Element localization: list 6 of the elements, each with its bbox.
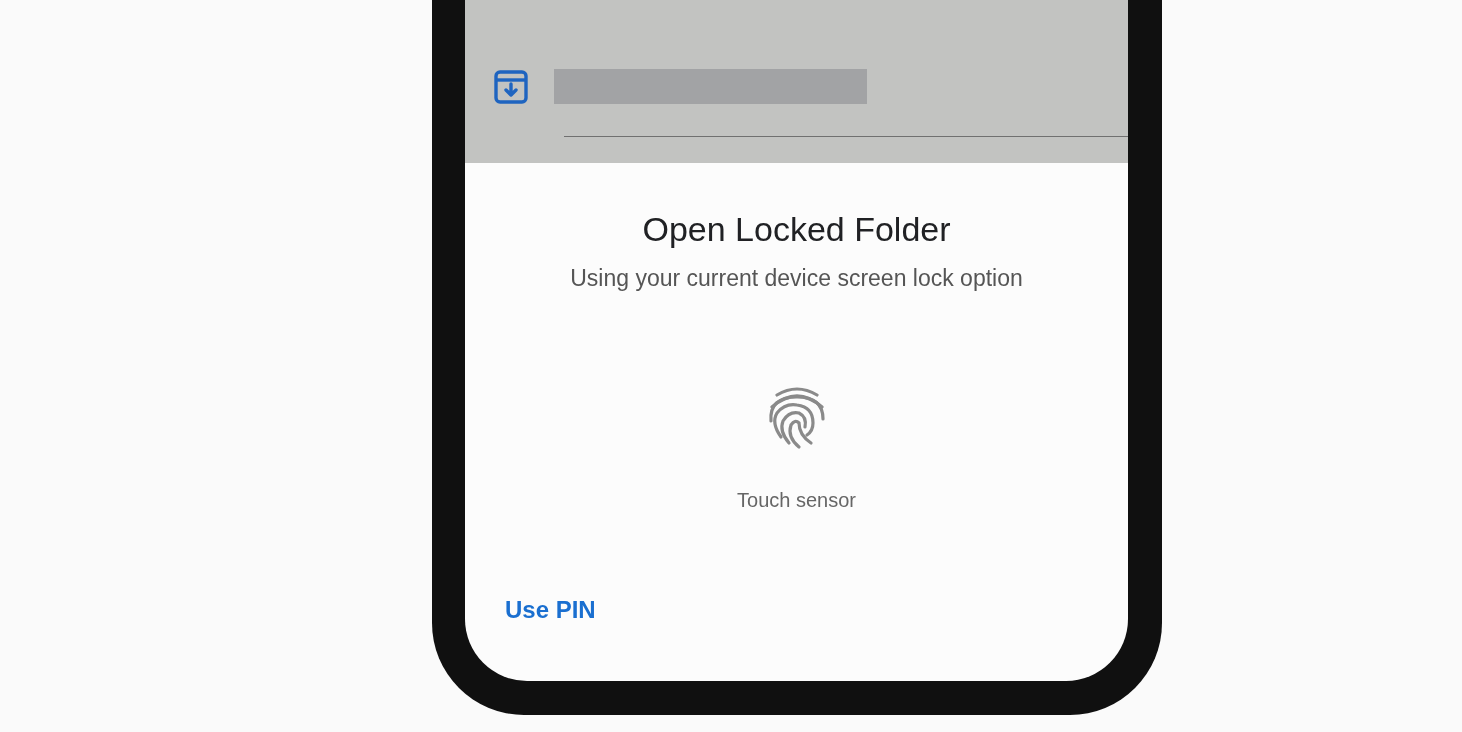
dialog-title: Open Locked Folder — [642, 209, 951, 250]
sensor-label: Touch sensor — [737, 489, 856, 512]
use-pin-button[interactable]: Use PIN — [499, 592, 602, 628]
dialog-subtitle: Using your current device screen lock option — [570, 264, 1023, 293]
archive-icon[interactable] — [494, 69, 528, 104]
fingerprint-icon — [766, 385, 827, 451]
